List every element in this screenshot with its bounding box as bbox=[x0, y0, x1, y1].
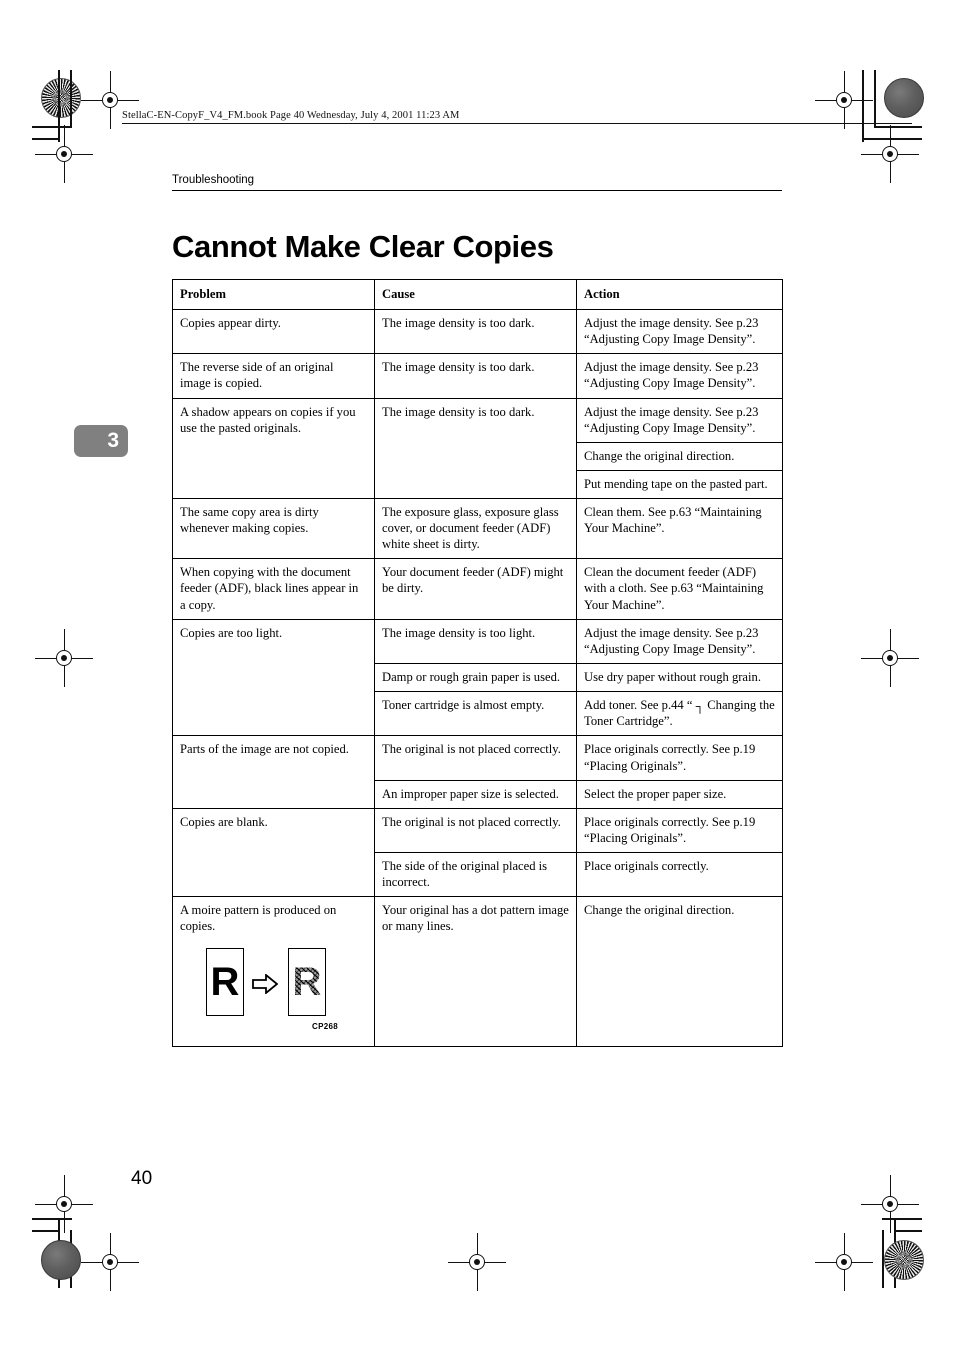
cell-problem: Copies appear dirty. bbox=[172, 309, 375, 355]
cell-cause: The original is not placed correctly. bbox=[374, 735, 577, 781]
registration-target-right-upper bbox=[861, 125, 919, 183]
registration-target-left-upper bbox=[35, 125, 93, 183]
cell-action: Change the original direction. bbox=[576, 896, 783, 1048]
cell-cause: The image density is too dark. bbox=[374, 309, 577, 355]
page-number: 40 bbox=[131, 1168, 153, 1189]
table-row: Parts of the image are not copied. The or… bbox=[172, 735, 783, 809]
column-header-problem: Problem bbox=[172, 278, 375, 311]
table-row: When copying with the document feeder (A… bbox=[172, 558, 783, 620]
figure-code-label: CP268 bbox=[312, 1022, 338, 1032]
cell-problem: When copying with the document feeder (A… bbox=[172, 558, 375, 620]
print-header-text: StellaC-EN-CopyF_V4_FM.book Page 40 Wedn… bbox=[122, 110, 460, 121]
registration-rosette-top-left bbox=[41, 78, 81, 118]
registration-rosette-bottom-left bbox=[41, 1240, 81, 1280]
cell-action: Put mending tape on the pasted part. bbox=[576, 469, 783, 499]
moire-pattern-figure: R R CP268 bbox=[180, 948, 367, 1040]
table-row: A moire pattern is produced on copies. R R… bbox=[172, 896, 783, 1048]
page-title: Cannot Make Clear Copies bbox=[172, 228, 554, 264]
registration-rosette-top-right bbox=[884, 78, 924, 118]
registration-target-top-left-inner bbox=[81, 71, 139, 129]
table-row: Copies appear dirty. The image density is… bbox=[172, 309, 783, 355]
registration-target-bottom-center bbox=[448, 1233, 506, 1291]
figure-original-letter: R bbox=[210, 960, 240, 1005]
cell-problem: Copies are too light. bbox=[172, 618, 375, 737]
cell-action: Add toner. See p.44 “ ┐ Changing the Ton… bbox=[576, 690, 783, 737]
cell-action: Place originals correctly. See p.19 “Pla… bbox=[576, 807, 783, 853]
table-row: Copies are blank. The original is not pla… bbox=[172, 807, 783, 898]
registration-target-bottom-left-inner bbox=[81, 1233, 139, 1291]
registration-target-top-right-inner bbox=[815, 71, 873, 129]
registration-rosette-bottom-right bbox=[884, 1240, 924, 1280]
cell-cause: Your document feeder (ADF) might be dirt… bbox=[374, 558, 577, 620]
table-row: The reverse side of an original image is… bbox=[172, 353, 783, 399]
table-row: A shadow appears on copies if you use th… bbox=[172, 397, 783, 499]
print-header-rule bbox=[122, 123, 912, 124]
cell-action: Select the proper paper size. bbox=[576, 779, 783, 809]
cell-problem: A shadow appears on copies if you use th… bbox=[172, 397, 375, 499]
cell-cause: Toner cartridge is almost empty. bbox=[374, 690, 577, 737]
cell-cause: The original is not placed correctly. bbox=[374, 807, 577, 853]
cell-problem: Copies are blank. bbox=[172, 807, 375, 898]
running-head-rule bbox=[172, 190, 782, 192]
registration-target-left-middle bbox=[35, 629, 93, 687]
table-row: Copies are too light. The image density i… bbox=[172, 618, 783, 737]
column-header-action: Action bbox=[576, 278, 783, 311]
cell-problem: Parts of the image are not copied. bbox=[172, 735, 375, 809]
right-arrow-icon bbox=[250, 972, 280, 996]
troubleshooting-table: Problem Cause Action Copies appear dirty… bbox=[172, 278, 783, 1048]
cell-cause: An improper paper size is selected. bbox=[374, 779, 577, 809]
running-head: Troubleshooting bbox=[172, 174, 255, 186]
cell-cause: The side of the original placed is incor… bbox=[374, 851, 577, 898]
cell-action: Adjust the image density. See p.23 “Adju… bbox=[576, 309, 783, 355]
cell-problem: The reverse side of an original image is… bbox=[172, 353, 375, 399]
registration-target-right-middle bbox=[861, 629, 919, 687]
chapter-tab-marker: 3 bbox=[74, 425, 128, 457]
registration-target-bottom-right-inner bbox=[815, 1233, 873, 1291]
cell-action: Clean them. See p.63 “Maintaining Your M… bbox=[576, 497, 783, 560]
cell-cause: Your original has a dot pattern image or… bbox=[374, 896, 577, 1048]
table-body: Copies appear dirty. The image density is… bbox=[172, 309, 783, 1048]
reference-symbol-icon: ┐ bbox=[695, 698, 705, 713]
registration-target-left-lower bbox=[35, 1175, 93, 1233]
cell-problem: A moire pattern is produced on copies. R R… bbox=[172, 896, 375, 1048]
cell-action: Clean the document feeder (ADF) with a c… bbox=[576, 558, 783, 620]
cell-action: Adjust the image density. See p.23 “Adju… bbox=[576, 397, 783, 443]
figure-copy-box: R bbox=[288, 948, 326, 1017]
table-row: The same copy area is dirty whenever mak… bbox=[172, 497, 783, 560]
figure-original-box: R bbox=[206, 948, 244, 1017]
cell-cause: The exposure glass, exposure glass cover… bbox=[374, 497, 577, 560]
cell-action: Adjust the image density. See p.23 “Adju… bbox=[576, 618, 783, 664]
cell-action: Place originals correctly. bbox=[576, 851, 783, 898]
cell-cause: Damp or rough grain paper is used. bbox=[374, 662, 577, 692]
cell-cause: The image density is too dark. bbox=[374, 353, 577, 399]
cell-problem: The same copy area is dirty whenever mak… bbox=[172, 497, 375, 560]
figure-copy-letter: R bbox=[292, 960, 322, 1005]
cell-action: Place originals correctly. See p.19 “Pla… bbox=[576, 735, 783, 781]
registration-target-right-lower bbox=[861, 1175, 919, 1233]
document-page: { "print_header": "StellaC-EN-CopyF_V4_F… bbox=[0, 0, 954, 1348]
cell-action: Adjust the image density. See p.23 “Adju… bbox=[576, 353, 783, 399]
cell-action: Change the original direction. bbox=[576, 441, 783, 471]
cell-action: Use dry paper without rough grain. bbox=[576, 662, 783, 692]
column-header-cause: Cause bbox=[374, 278, 577, 311]
table-header-row: Problem Cause Action bbox=[172, 278, 783, 311]
cell-cause: The image density is too light. bbox=[374, 618, 577, 664]
cell-cause: The image density is too dark. bbox=[374, 397, 577, 499]
